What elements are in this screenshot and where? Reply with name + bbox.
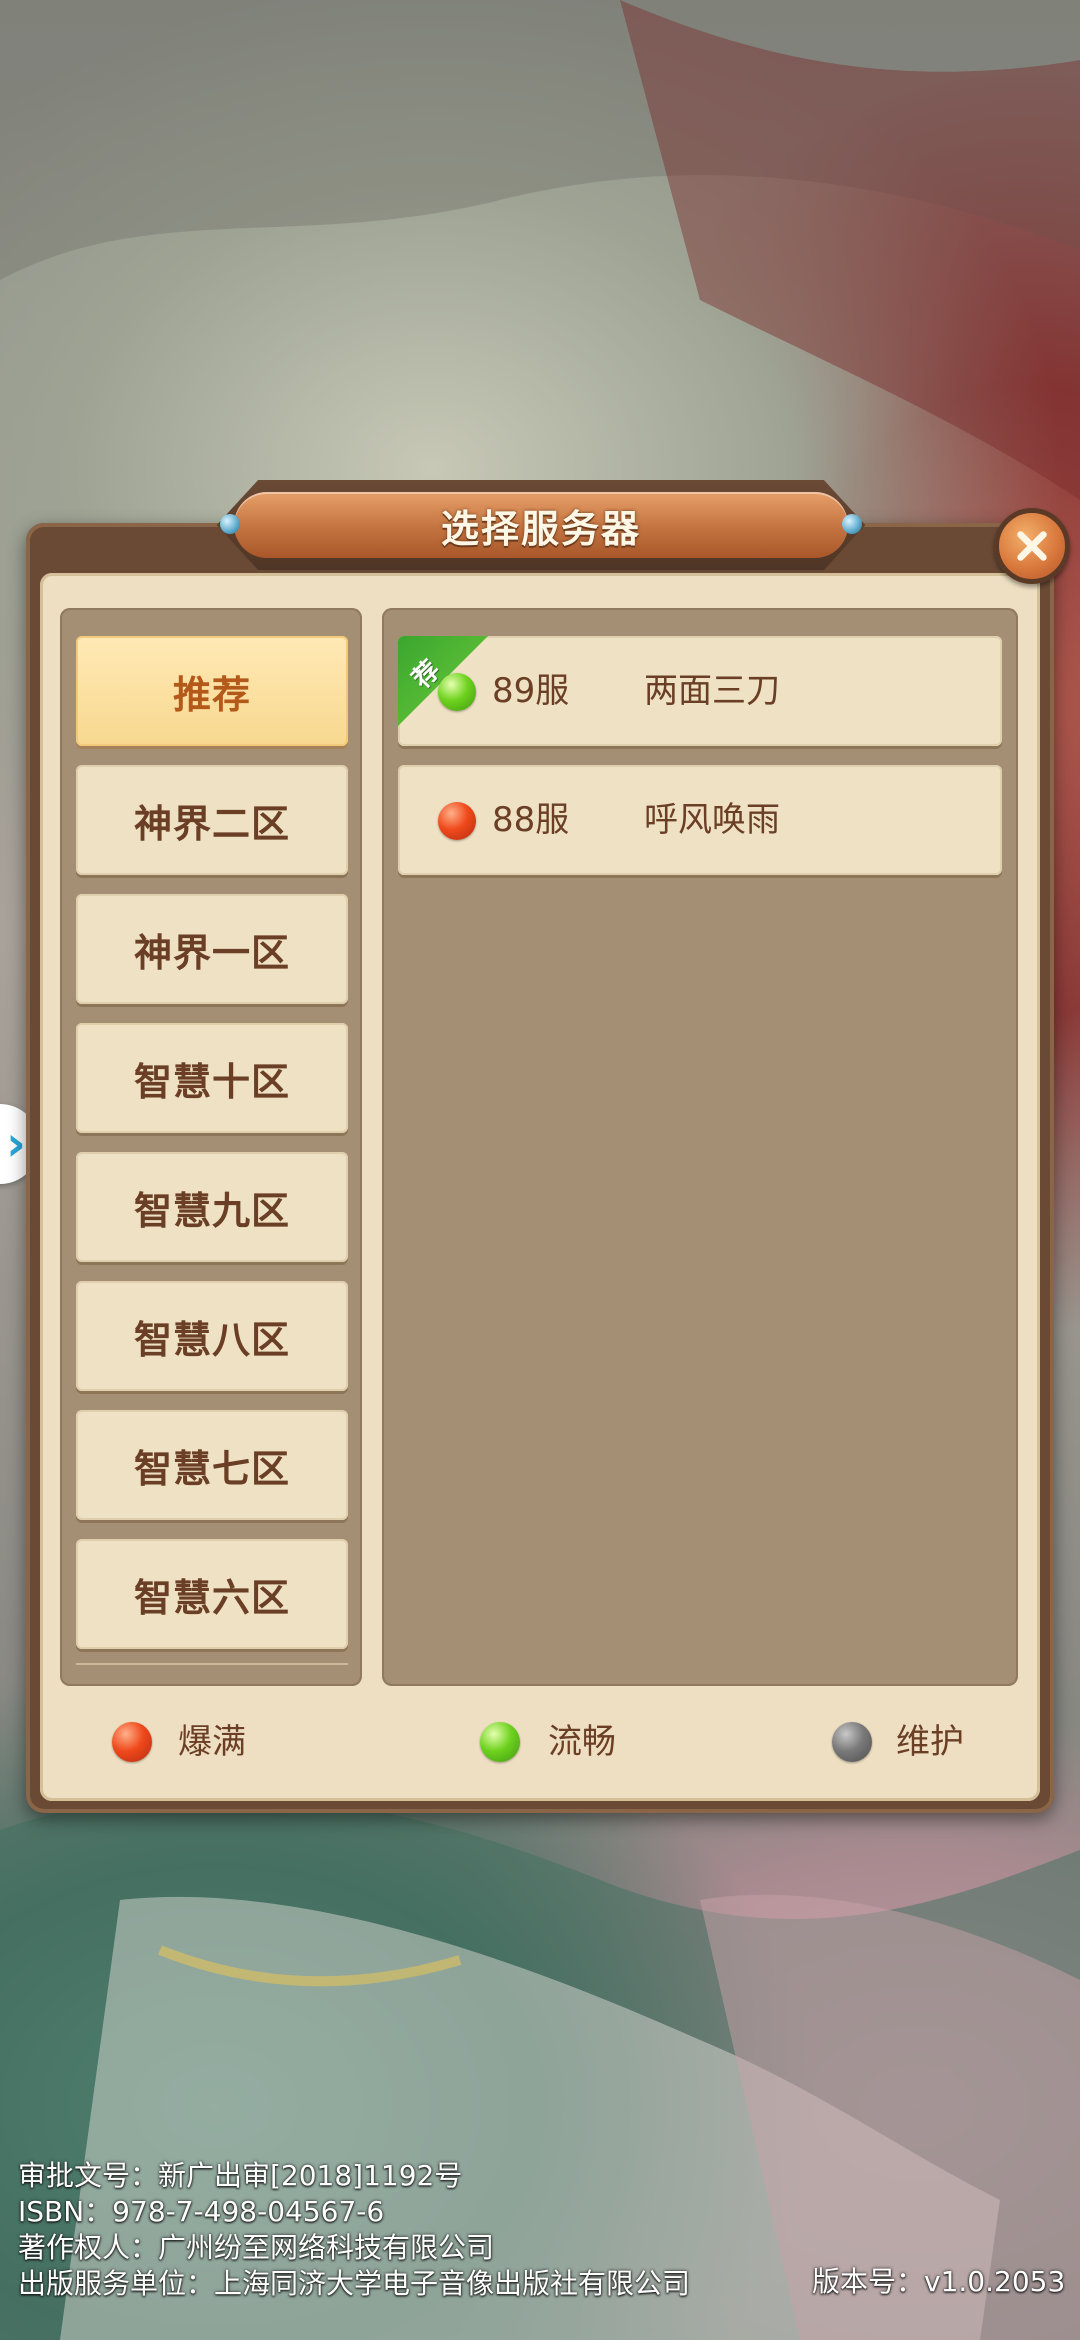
approval-number: 审批文号：新广出审[2018]1192号 (18, 2159, 463, 2192)
server-number: 88服 (492, 800, 570, 840)
chevron-right-icon: › (6, 1116, 26, 1172)
dialog-title: 选择服务器 (440, 506, 641, 551)
status-full-icon (112, 1722, 152, 1762)
status-full-icon (438, 802, 476, 840)
status-smooth-icon (480, 1722, 520, 1762)
status-maintenance-icon (832, 1722, 872, 1762)
zone-item[interactable]: 智慧九区 (76, 1152, 348, 1262)
zone-item[interactable]: 神界二区 (76, 765, 348, 875)
server-item[interactable]: 88服 呼风唤雨 (398, 765, 1002, 875)
legend-full-label: 爆满 (178, 1722, 246, 1762)
copyright-holder: 著作权人：广州纷至网络科技有限公司 (18, 2231, 495, 2264)
publisher: 出版服务单位：上海同济大学电子音像出版社有限公司 (18, 2267, 691, 2300)
version-label: 版本号：v1.0.2053 (812, 2265, 1066, 2298)
server-name: 两面三刀 (644, 671, 780, 711)
isbn: ISBN：978-7-498-04567-6 (18, 2195, 385, 2228)
zone-item[interactable]: 智慧六区 (76, 1539, 348, 1649)
zone-item[interactable]: 智慧七区 (76, 1410, 348, 1520)
zone-item[interactable]: 智慧八区 (76, 1281, 348, 1391)
list-divider (76, 1663, 348, 1665)
zone-item[interactable]: 神界一区 (76, 894, 348, 1004)
server-number: 89服 (492, 671, 570, 711)
status-smooth-icon (438, 673, 476, 711)
dialog-title-plate: 选择服务器 (196, 480, 886, 570)
server-name: 呼风唤雨 (644, 800, 780, 840)
zone-item[interactable]: 智慧十区 (76, 1023, 348, 1133)
legend-maintenance-label: 维护 (896, 1722, 964, 1762)
close-button[interactable] (994, 508, 1070, 584)
close-icon (1017, 531, 1047, 561)
zone-item-recommended[interactable]: 推荐 (76, 636, 348, 746)
server-list[interactable]: 荐 89服 两面三刀 88服 呼风唤雨 (382, 608, 1018, 1686)
legend-smooth-label: 流畅 (548, 1722, 616, 1762)
server-item[interactable]: 荐 89服 两面三刀 (398, 636, 1002, 746)
zone-list[interactable]: 推荐 神界二区 神界一区 智慧十区 智慧九区 智慧八区 智慧七区 智慧六区 (60, 608, 362, 1686)
